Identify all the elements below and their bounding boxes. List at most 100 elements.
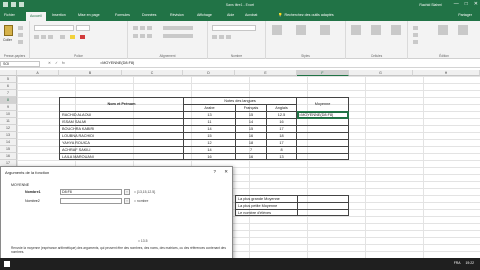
number-format-dropdown[interactable]	[212, 25, 256, 31]
align-left-icon[interactable]	[133, 34, 138, 38]
cancel-icon[interactable]: ✕	[48, 61, 51, 65]
font-size-dropdown[interactable]	[76, 25, 90, 31]
share-button[interactable]: Partager	[458, 13, 472, 17]
student-name[interactable]: LOUBNA RACHIDI	[59, 132, 183, 139]
tab-donnees[interactable]: Données	[142, 13, 156, 17]
row-header[interactable]: 15	[0, 146, 17, 153]
format-painter-icon[interactable]	[18, 40, 23, 44]
average-cell[interactable]	[297, 132, 349, 139]
student-name[interactable]: ACHRAF SAKILI	[59, 146, 183, 153]
row-header[interactable]: 5	[0, 76, 17, 83]
sort-filter-icon[interactable]	[438, 25, 448, 35]
row-header[interactable]: 16	[0, 153, 17, 160]
find-select-icon[interactable]	[458, 25, 468, 35]
average-cell[interactable]	[297, 146, 349, 153]
percent-icon[interactable]	[219, 35, 224, 39]
paste-label[interactable]: Coller	[3, 38, 12, 42]
row-header[interactable]: 11	[0, 118, 17, 125]
paste-icon[interactable]	[4, 25, 13, 36]
tab-accueil[interactable]: Accueil	[26, 12, 46, 21]
user-name[interactable]: Rachid Slahmi	[419, 3, 442, 7]
help-button[interactable]: ?	[213, 169, 216, 174]
copy-icon[interactable]	[18, 33, 23, 37]
format-as-table-icon[interactable]	[296, 25, 306, 35]
maximize-button[interactable]: □	[465, 1, 468, 7]
row-header[interactable]: 8	[0, 97, 17, 104]
wrap-text-icon[interactable]	[163, 26, 193, 30]
arabic-grade[interactable]: 16	[183, 153, 235, 160]
formula-input[interactable]: =MOYENNE(D8:F8)	[100, 61, 134, 66]
french-grade[interactable]: 7	[235, 146, 266, 153]
student-name[interactable]: RACHID ALAOUI	[59, 111, 183, 118]
french-grade[interactable]: 15	[235, 111, 266, 118]
stat-value[interactable]	[297, 202, 349, 209]
average-cell[interactable]	[297, 125, 349, 132]
dialog-close-button[interactable]: ✕	[224, 169, 228, 175]
align-right-icon[interactable]	[147, 34, 152, 38]
windows-start-icon[interactable]	[4, 261, 10, 267]
average-cell[interactable]	[297, 118, 349, 125]
stat-label[interactable]: La plus petite Moyenne	[235, 202, 297, 209]
font-name-dropdown[interactable]	[34, 25, 74, 31]
autosum-icon[interactable]	[413, 26, 418, 30]
fill-color-icon[interactable]	[70, 35, 75, 39]
align-center-icon[interactable]	[140, 34, 145, 38]
row-header[interactable]: 9	[0, 104, 17, 111]
currency-icon[interactable]	[212, 35, 217, 39]
conditional-format-icon[interactable]	[272, 25, 282, 35]
arabic-grade[interactable]: 14	[183, 125, 235, 132]
cell-styles-icon[interactable]	[320, 25, 330, 35]
align-top-icon[interactable]	[133, 26, 138, 30]
french-grade[interactable]: 16	[235, 132, 266, 139]
english-grade[interactable]: 12.5	[266, 111, 297, 118]
row-header[interactable]: 10	[0, 111, 17, 118]
student-name[interactable]: LAILA MAROUANI	[59, 153, 183, 160]
english-grade[interactable]: 17	[266, 125, 297, 132]
argument-input[interactable]	[60, 198, 122, 204]
average-cell[interactable]	[297, 153, 349, 160]
underline-icon[interactable]	[48, 35, 53, 39]
row-header[interactable]: 7	[0, 90, 17, 97]
student-name[interactable]: YAHYA ROUICA	[59, 139, 183, 146]
enter-icon[interactable]: ✓	[55, 61, 58, 65]
english-grade[interactable]: 16	[266, 118, 297, 125]
insert-function-icon[interactable]: fx	[62, 61, 65, 65]
average-cell[interactable]	[297, 139, 349, 146]
french-grade[interactable]: 18	[235, 139, 266, 146]
name-header[interactable]: Nom et Prénom	[59, 97, 183, 111]
arabic-grade[interactable]: 13	[183, 111, 235, 118]
notes-header[interactable]: Notes des langues	[183, 97, 297, 104]
student-name[interactable]: ISSAM SALMI	[59, 118, 183, 125]
stat-label[interactable]: Le nombre d'élèves	[235, 209, 297, 216]
french-grade[interactable]: 15	[235, 125, 266, 132]
italic-icon[interactable]	[41, 35, 46, 39]
stat-value[interactable]	[297, 209, 349, 216]
tab-revision[interactable]: Révision	[170, 13, 184, 17]
align-bottom-icon[interactable]	[147, 26, 152, 30]
collapse-dialog-icon[interactable]: ↑	[124, 198, 130, 204]
student-name[interactable]: BOUCHRA KABIRI	[59, 125, 183, 132]
english-grade[interactable]: 18	[266, 132, 297, 139]
english-grade[interactable]: 17	[266, 139, 297, 146]
tab-fichier[interactable]: Fichier	[4, 13, 15, 17]
arabic-header[interactable]: Arabe	[183, 104, 235, 111]
french-grade[interactable]: 16	[235, 153, 266, 160]
delete-cells-icon[interactable]	[371, 25, 381, 35]
average-header[interactable]: Moyenne	[297, 97, 349, 111]
font-color-icon[interactable]	[80, 35, 85, 39]
tab-acrobat[interactable]: Acrobat	[245, 13, 257, 17]
fill-icon[interactable]	[413, 33, 418, 37]
tell-me-box[interactable]: 💡 Recherchez des outils adaptés	[278, 13, 334, 17]
minimize-button[interactable]: —	[454, 1, 459, 7]
arabic-grade[interactable]: 15	[183, 132, 235, 139]
english-grade[interactable]: 8	[266, 146, 297, 153]
clock[interactable]: 19:22	[466, 261, 475, 265]
clear-icon[interactable]	[413, 40, 418, 44]
format-cells-icon[interactable]	[391, 25, 401, 35]
tab-mise-en-page[interactable]: Mise en page	[78, 13, 100, 17]
align-middle-icon[interactable]	[140, 26, 145, 30]
french-grade[interactable]: 14	[235, 118, 266, 125]
row-header[interactable]: 14	[0, 139, 17, 146]
tab-formules[interactable]: Formules	[115, 13, 130, 17]
french-header[interactable]: Français	[235, 104, 266, 111]
